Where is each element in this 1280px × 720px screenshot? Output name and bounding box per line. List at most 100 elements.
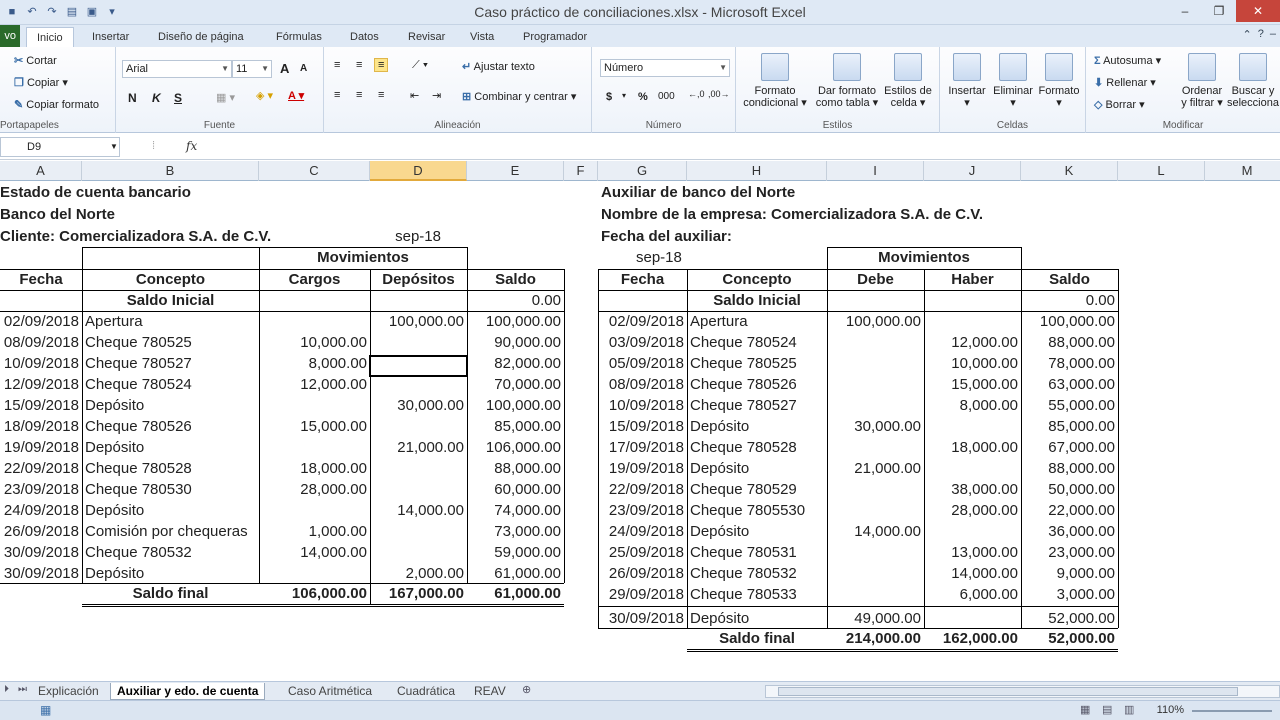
page-layout-icon[interactable]: ▤ [1102,703,1112,716]
table-cell[interactable]: 18,000.00 [924,437,1021,458]
table-cell[interactable]: Depósito [85,500,259,521]
sort-filter-button[interactable]: Ordenar y filtrar ▾ [1180,53,1224,109]
table-cell[interactable]: 12,000.00 [924,332,1021,353]
horizontal-scrollbar[interactable] [765,685,1280,698]
table-cell[interactable] [827,584,924,605]
table-cell[interactable] [259,500,370,521]
table-cell[interactable]: 55,000.00 [1021,395,1118,416]
table-cell[interactable] [259,311,370,332]
table-cell[interactable]: 14,000.00 [370,500,467,521]
format-as-table-button[interactable]: Dar formato como tabla ▾ [812,53,882,109]
minimize-icon[interactable]: – [1270,28,1276,41]
font-color-icon[interactable]: A ▾ [288,89,304,102]
table-cell[interactable] [370,521,467,542]
table-cell[interactable]: 10,000.00 [924,353,1021,374]
percent-button[interactable]: % [638,91,648,103]
table-cell[interactable]: 10/09/2018 [0,353,82,374]
sheet-tab-cuadratica[interactable]: Cuadrática [391,683,461,700]
table-cell[interactable]: Cheque 780530 [85,479,259,500]
align-middle-icon[interactable]: ≡ [356,59,362,71]
align-center-icon[interactable]: ≡ [356,89,362,101]
table-cell[interactable]: 14,000.00 [827,521,924,542]
column-header-f[interactable]: F [564,161,598,181]
italic-button[interactable]: K [152,91,161,105]
column-header-i[interactable]: I [827,161,924,181]
table-cell[interactable] [827,542,924,563]
column-header-g[interactable]: G [598,161,687,181]
column-header-d[interactable]: D [370,161,467,181]
help-icon[interactable]: ? [1258,28,1264,41]
table-cell[interactable]: 19/09/2018 [598,458,687,479]
clear-button[interactable]: ◇ Borrar ▾ [1094,98,1145,111]
table-cell[interactable]: 08/09/2018 [0,332,82,353]
table-cell[interactable] [370,458,467,479]
table-cell[interactable] [827,563,924,584]
table-cell[interactable]: 30/09/2018 [0,563,82,584]
column-header-c[interactable]: C [259,161,370,181]
table-cell[interactable] [827,374,924,395]
table-cell[interactable]: Depósito [690,608,827,629]
table-cell[interactable]: 2,000.00 [370,563,467,584]
sheet-tab-reav[interactable]: REAV [468,683,512,700]
table-cell[interactable]: 22/09/2018 [598,479,687,500]
zoom-slider[interactable] [1192,710,1272,712]
table-cell[interactable] [827,395,924,416]
table-cell[interactable]: 74,000.00 [467,500,564,521]
table-cell[interactable]: 12/09/2018 [0,374,82,395]
table-cell[interactable]: Cheque 780527 [85,353,259,374]
currency-dropdown-icon[interactable]: ▾ [622,91,626,100]
table-cell[interactable] [924,458,1021,479]
table-cell[interactable]: 02/09/2018 [0,311,82,332]
table-cell[interactable] [827,353,924,374]
borders-icon[interactable]: ▦ ▾ [216,91,235,104]
table-cell[interactable]: 05/09/2018 [598,353,687,374]
table-cell[interactable]: 10,000.00 [259,332,370,353]
column-header-k[interactable]: K [1021,161,1118,181]
table-cell[interactable]: Depósito [85,437,259,458]
table-cell[interactable]: 26/09/2018 [598,563,687,584]
column-header-l[interactable]: L [1118,161,1205,181]
table-cell[interactable]: 30/09/2018 [0,542,82,563]
normal-view-icon[interactable]: ▦ [1080,703,1090,716]
table-cell[interactable]: 38,000.00 [924,479,1021,500]
table-cell[interactable] [827,332,924,353]
table-cell[interactable]: 85,000.00 [467,416,564,437]
table-cell[interactable]: 03/09/2018 [598,332,687,353]
worksheet[interactable]: Estado de cuenta bancario Banco del Nort… [0,181,1280,680]
table-cell[interactable]: 85,000.00 [1021,416,1118,437]
sheet-tab-caso-aritmetica[interactable]: Caso Aritmética [282,683,378,700]
table-cell[interactable]: Cheque 780526 [690,374,827,395]
tab-datos[interactable]: Datos [350,27,379,47]
table-cell[interactable]: 24/09/2018 [0,500,82,521]
table-cell[interactable]: 100,000.00 [1021,311,1118,332]
underline-button[interactable]: S [174,91,182,105]
table-cell[interactable] [370,542,467,563]
table-cell[interactable]: 100,000.00 [370,311,467,332]
tab-file[interactable]: vo [0,25,20,47]
table-cell[interactable]: Cheque 780531 [690,542,827,563]
table-cell[interactable]: 100,000.00 [467,311,564,332]
table-cell[interactable]: Cheque 780526 [85,416,259,437]
align-right-icon[interactable]: ≡ [378,89,384,101]
table-cell[interactable]: 88,000.00 [467,458,564,479]
table-cell[interactable]: Apertura [690,311,827,332]
tab-scroll-first-icon[interactable]: ⏵ [4,684,9,695]
table-cell[interactable]: 29/09/2018 [598,584,687,605]
page-break-icon[interactable]: ▥ [1124,703,1134,716]
table-cell[interactable]: 23,000.00 [1021,542,1118,563]
formula-input[interactable] [210,137,1276,157]
copy-button[interactable]: ❐ Copiar ▾ [14,76,68,89]
tab-insertar[interactable]: Insertar [92,27,129,47]
name-box[interactable]: D9 [0,137,120,157]
fill-button[interactable]: ⬇ Rellenar ▾ [1094,76,1156,89]
table-cell[interactable]: 49,000.00 [827,608,924,629]
table-cell[interactable]: 100,000.00 [827,311,924,332]
table-cell[interactable]: Cheque 780533 [690,584,827,605]
table-cell[interactable] [924,521,1021,542]
bold-button[interactable]: N [128,91,137,105]
table-cell[interactable]: Depósito [690,521,827,542]
align-bottom-icon[interactable]: ≡ [374,58,389,72]
column-header-a[interactable]: A [0,161,82,181]
table-cell[interactable]: Apertura [85,311,259,332]
table-cell[interactable]: 17/09/2018 [598,437,687,458]
